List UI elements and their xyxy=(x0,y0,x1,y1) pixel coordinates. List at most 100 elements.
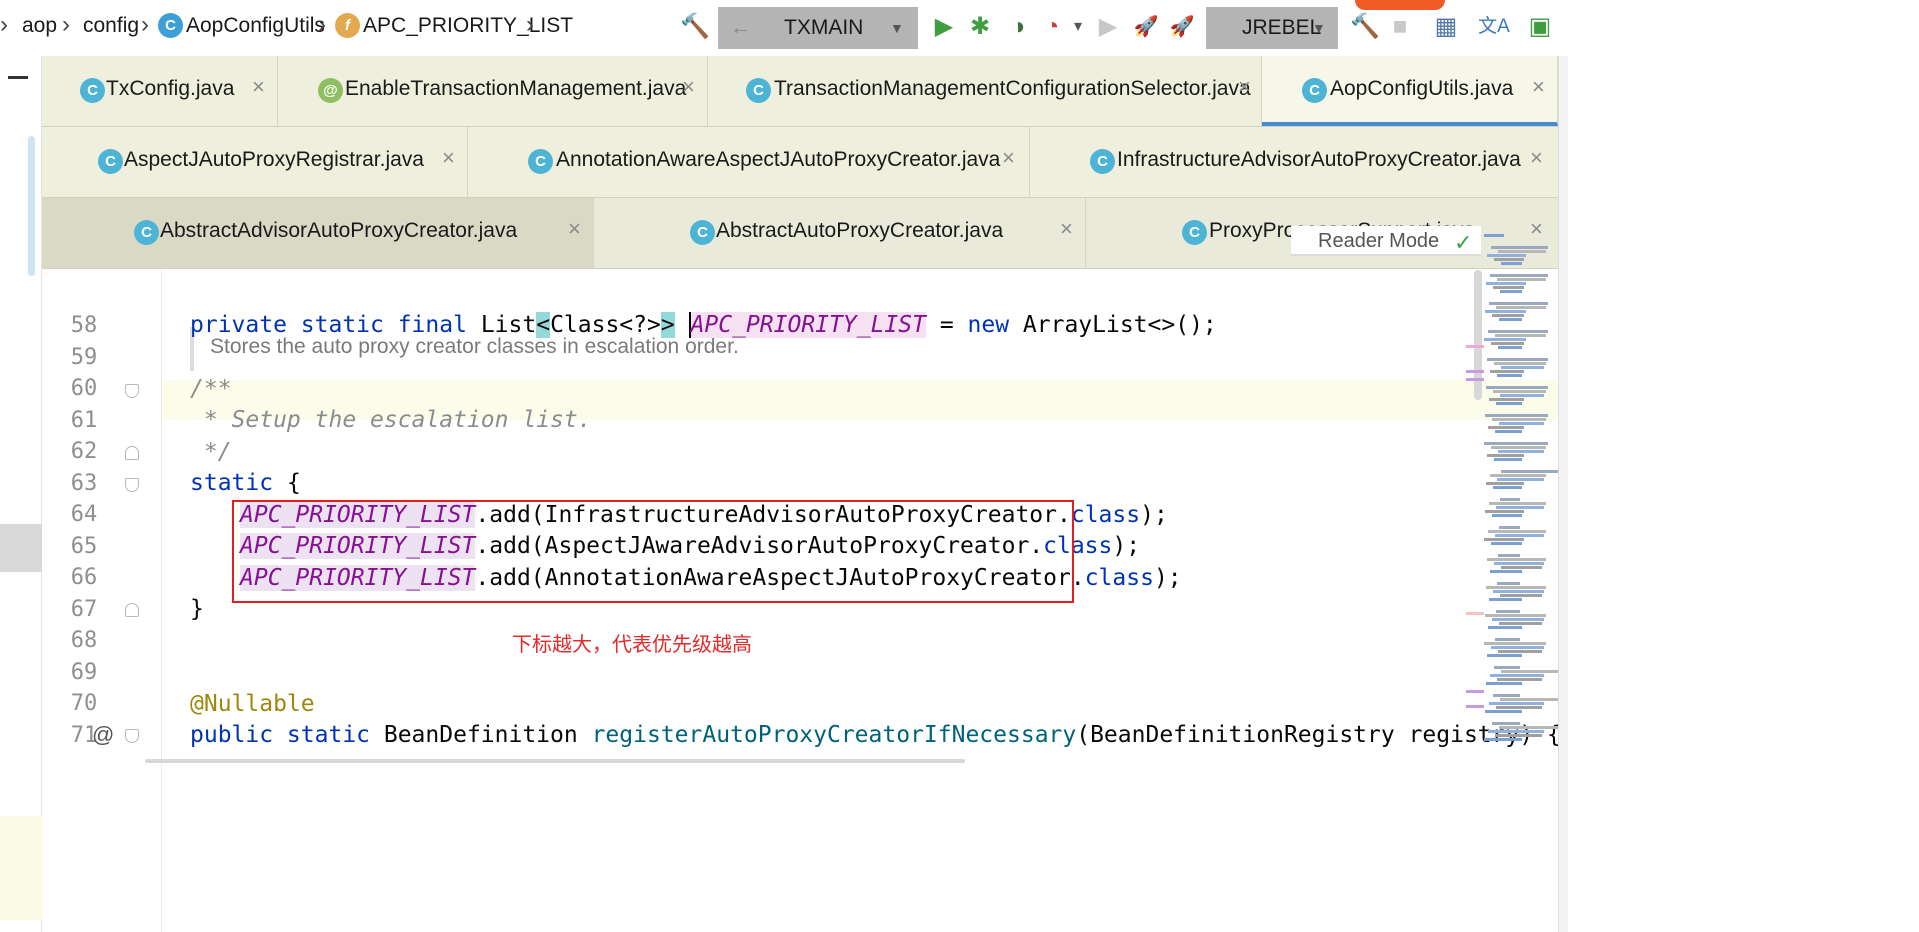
minimap-line xyxy=(1500,394,1544,397)
minimap-line xyxy=(1490,570,1522,573)
project-structure-icon[interactable]: ▦ xyxy=(1432,12,1460,42)
fold-marker[interactable] xyxy=(125,603,139,617)
code-line-61[interactable]: * Setup the escalation list. xyxy=(190,407,592,433)
minimap-line xyxy=(1497,678,1542,681)
class-icon: C xyxy=(690,220,715,245)
class-icon: C xyxy=(80,78,105,103)
tab-aopconfigutils[interactable]: C AopConfigUtils.java × xyxy=(1262,56,1558,126)
fold-marker[interactable] xyxy=(125,729,139,743)
minimap-line xyxy=(1495,638,1520,641)
code-line-67[interactable]: } xyxy=(190,596,204,622)
minimap-line xyxy=(1484,338,1526,341)
annotation-icon: @ xyxy=(318,78,343,103)
code-minimap[interactable] xyxy=(1484,230,1558,760)
project-scrollbar[interactable] xyxy=(28,136,35,276)
minimap-line xyxy=(1494,458,1522,461)
close-icon[interactable]: × xyxy=(1530,145,1543,171)
tab-label: TxConfig.java xyxy=(106,77,235,100)
minimap-line xyxy=(1484,738,1522,741)
minimap-line xyxy=(1484,234,1504,237)
breadcrumb-item-aopconfigutils[interactable]: AopConfigUtils xyxy=(186,14,325,38)
reader-mode-toggle[interactable]: Reader Mode xyxy=(1291,226,1481,256)
call-end: ); xyxy=(1112,533,1141,559)
tab-abstractautoproxycreator[interactable]: C AbstractAutoProxyCreator.java × xyxy=(594,198,1086,268)
return-type: BeanDefinition xyxy=(370,722,592,748)
breadcrumb-item-aop[interactable]: aop xyxy=(22,14,57,38)
minimap-line xyxy=(1492,514,1522,517)
minimap-line xyxy=(1493,486,1522,489)
tab-txconfig[interactable]: C TxConfig.java × xyxy=(42,56,278,126)
build-icon[interactable]: 🔨 xyxy=(680,12,710,42)
fold-marker[interactable] xyxy=(125,478,139,492)
fold-marker[interactable] xyxy=(125,384,139,398)
tab-label: AopConfigUtils.java xyxy=(1330,77,1514,100)
terminal-icon[interactable]: ▣ xyxy=(1526,12,1554,42)
override-marker-icon[interactable]: @ xyxy=(92,722,114,748)
close-icon[interactable]: × xyxy=(442,145,455,171)
close-icon[interactable]: × xyxy=(682,74,695,100)
tab-annotationawareaspectjautoproxycreator[interactable]: C AnnotationAwareAspectJAutoProxyCreator… xyxy=(468,127,1030,197)
minimap-line xyxy=(1489,302,1548,305)
breadcrumb-item-config[interactable]: config xyxy=(83,14,139,38)
breadcrumb-separator: › xyxy=(141,11,149,38)
close-icon[interactable]: × xyxy=(1060,216,1073,242)
line-number: 58 xyxy=(70,313,98,338)
minimap-line xyxy=(1500,594,1542,597)
collapse-icon[interactable] xyxy=(8,76,28,79)
tab-label: AspectJAutoProxyRegistrar.java xyxy=(124,148,424,171)
line-number: 60 xyxy=(70,376,98,401)
minimap-line xyxy=(1497,478,1544,481)
code-line-62[interactable]: */ xyxy=(190,439,232,465)
jrebel-run-icon[interactable]: 🚀 xyxy=(1132,12,1160,42)
minimap-line xyxy=(1491,542,1522,545)
debug-icon[interactable]: ✱ xyxy=(966,12,994,42)
run-configuration-select[interactable]: ← TXMAIN ▼ xyxy=(718,7,918,49)
tab-infrastructureadvisorautoproxycreator[interactable]: C InfrastructureAdvisorAutoProxyCreator.… xyxy=(1030,127,1558,197)
close-icon[interactable]: × xyxy=(1238,74,1251,100)
tab-abstractadvisorautoproxycreator[interactable]: C AbstractAdvisorAutoProxyCreator.java × xyxy=(42,198,594,268)
tab-aspectjautoproxyregistrar[interactable]: C AspectJAutoProxyRegistrar.java × xyxy=(42,127,468,197)
inspection-ok-icon[interactable]: ✓ xyxy=(1454,230,1472,256)
more-run-options-icon[interactable]: ▾ xyxy=(1064,12,1092,42)
minimap-line xyxy=(1496,306,1546,309)
error-stripe-mark xyxy=(1466,612,1484,615)
class-icon: C xyxy=(1302,78,1327,103)
coverage-icon[interactable]: ◑ xyxy=(1004,12,1032,42)
breadcrumb-separator: › xyxy=(0,11,8,38)
fold-marker[interactable] xyxy=(125,446,139,460)
line-number: 63 xyxy=(70,471,98,496)
close-icon[interactable]: × xyxy=(252,74,265,100)
minimap-line xyxy=(1485,414,1548,417)
code-line-63[interactable]: static { xyxy=(190,470,301,496)
code-line-60[interactable]: /** xyxy=(190,376,232,402)
open-brace: { xyxy=(273,470,301,496)
jrebel-configuration-select[interactable]: JREBEL ▼ xyxy=(1206,7,1338,49)
field-name: APC_PRIORITY_LIST xyxy=(688,312,926,338)
tab-enabletransactionmanagement[interactable]: @ EnableTransactionManagement.java × xyxy=(278,56,708,126)
minimap-line xyxy=(1492,314,1524,317)
minimap-line xyxy=(1490,274,1548,277)
line-number: 70 xyxy=(70,691,98,716)
minimap-line xyxy=(1488,330,1548,333)
minimap-line xyxy=(1499,622,1542,625)
minimap-line xyxy=(1492,418,1546,421)
line-number: 59 xyxy=(70,345,98,370)
close-icon[interactable]: × xyxy=(1002,145,1015,171)
close-icon[interactable]: × xyxy=(568,216,581,242)
code-line-71[interactable]: public static BeanDefinition registerAut… xyxy=(190,722,1561,748)
profile-icon[interactable]: ◔ xyxy=(1038,12,1066,42)
error-stripe-mark xyxy=(1466,378,1484,381)
code-line-58[interactable]: private static final List<Class<?>> APC_… xyxy=(190,312,1217,338)
close-icon[interactable]: × xyxy=(1532,74,1545,100)
tab-transactionmanagementconfigurationselector[interactable]: C TransactionManagementConfigurationSele… xyxy=(708,56,1262,126)
run-icon[interactable]: ▶ xyxy=(930,12,958,42)
code-line-70[interactable]: @Nullable xyxy=(190,691,315,717)
minimap-line xyxy=(1501,670,1558,673)
breadcrumb-item-apc-priority-list[interactable]: APC_PRIORITY_LIST xyxy=(363,14,573,38)
breadcrumb-separator: › xyxy=(318,11,326,38)
line-number: 62 xyxy=(70,439,98,464)
jrebel-debug-icon[interactable]: 🚀 xyxy=(1168,12,1196,42)
horizontal-scrollbar[interactable] xyxy=(145,759,965,763)
error-stripe-mark xyxy=(1466,370,1484,373)
translate-icon[interactable]: 文A xyxy=(1476,12,1512,42)
